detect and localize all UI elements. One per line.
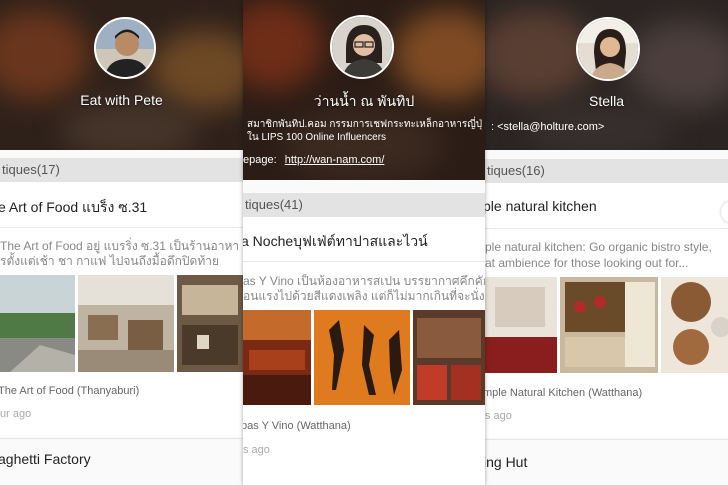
card-description: ple natural kitchen: Go organic bistro s… — [485, 240, 712, 254]
profile-bio: สมาชิกพันทิป.คอม กรรมการเชฟกระทะเหล็กอาห… — [247, 119, 483, 130]
next-card-title[interactable]: aghetti Factory — [0, 451, 91, 467]
profile-header: Eat with Pete — [0, 0, 243, 150]
profile-name: Eat with Pete — [80, 92, 163, 108]
avatar[interactable] — [330, 15, 394, 79]
screenshot-collage: Eat with Pete tiques(17) e Art of Food แ… — [0, 0, 728, 485]
section-header: tiques(17) — [0, 158, 243, 182]
avatar[interactable] — [94, 17, 156, 79]
card-description: as Y Vino เป็นห้องอาหารสเปน บรรยากาศคึกค… — [243, 274, 485, 288]
card-photo[interactable] — [314, 310, 410, 405]
bookmark-button[interactable] — [721, 201, 728, 223]
card-description-2: รตั้งแต่เช้า ชา กาแฟ ไปจนถึงมื้อดึกปิดท้… — [0, 254, 220, 268]
profile-header: Stella : <stella@holture.com> — [485, 0, 728, 150]
next-card-title[interactable]: ing Hut — [485, 454, 527, 470]
profile-name: ว่านน้ำ ณ พันทิป — [313, 93, 415, 109]
homepage-row: epage: http://wan-nam.com/ — [243, 154, 384, 167]
card-photo[interactable] — [177, 275, 243, 372]
card-title[interactable]: a Nocheบุฟเฟ่ต์ทาปาสและไวน์ — [243, 231, 428, 253]
timestamp: s ago — [485, 410, 512, 422]
profile-name: Stella — [588, 93, 625, 109]
profile-panel-pete: Eat with Pete tiques(17) e Art of Food แ… — [0, 0, 243, 485]
place-name[interactable]: The Art of Food (Thanyaburi) — [0, 385, 139, 397]
place-name[interactable]: mple Natural Kitchen (Watthana) — [485, 387, 642, 399]
card-photo[interactable] — [560, 277, 658, 373]
profile-panel-wannam: ว่านน้ำ ณ พันทิป สมาชิกพันทิป.คอม กรรมกา… — [243, 0, 485, 485]
review-card[interactable]: e Art of Food แบร็ง ซ.31 The Art of Food… — [0, 182, 243, 437]
timestamp: s ago — [243, 444, 270, 456]
card-photo[interactable] — [485, 277, 557, 373]
profile-panel-stella: Stella : <stella@holture.com> tiques(16)… — [485, 0, 728, 485]
card-description-2: อนแรงไปด้วยสีแดงเพลิง แต่ก็ไม่มากเกินที่… — [243, 289, 485, 303]
profile-bio-2: ใน LIPS 100 Online Influencers — [247, 132, 387, 143]
card-description-2: at ambience for those looking out for... — [485, 256, 689, 270]
homepage-label: epage: — [243, 154, 277, 166]
section-header: tiques(41) — [243, 193, 485, 217]
review-card[interactable]: a Nocheบุฟเฟ่ต์ทาปาสและไวน์ as Y Vino เป… — [243, 217, 485, 485]
card-photo[interactable] — [78, 275, 174, 372]
profile-header: ว่านน้ำ ณ พันทิป สมาชิกพันทิป.คอม กรรมกา… — [243, 0, 485, 180]
review-card[interactable]: ple natural kitchen ple natural kitchen:… — [485, 183, 728, 438]
card-title[interactable]: ple natural kitchen — [485, 198, 597, 214]
card-photo[interactable] — [661, 277, 728, 373]
place-name[interactable]: pas Y Vino (Watthana) — [243, 420, 351, 432]
profile-email[interactable]: : <stella@holture.com> — [491, 121, 604, 134]
card-photo[interactable] — [243, 310, 311, 405]
section-header: tiques(16) — [485, 159, 728, 183]
avatar[interactable] — [576, 17, 640, 81]
card-photo[interactable] — [0, 275, 75, 372]
card-photo[interactable] — [413, 310, 485, 405]
card-title[interactable]: e Art of Food แบร็ง ซ.31 — [0, 197, 147, 219]
timestamp: ur ago — [0, 408, 32, 420]
card-description: The Art of Food อยู่ แบรริ่ง ซ.31 เป็นร้… — [0, 239, 240, 253]
homepage-link[interactable]: http://wan-nam.com/ — [285, 154, 385, 166]
